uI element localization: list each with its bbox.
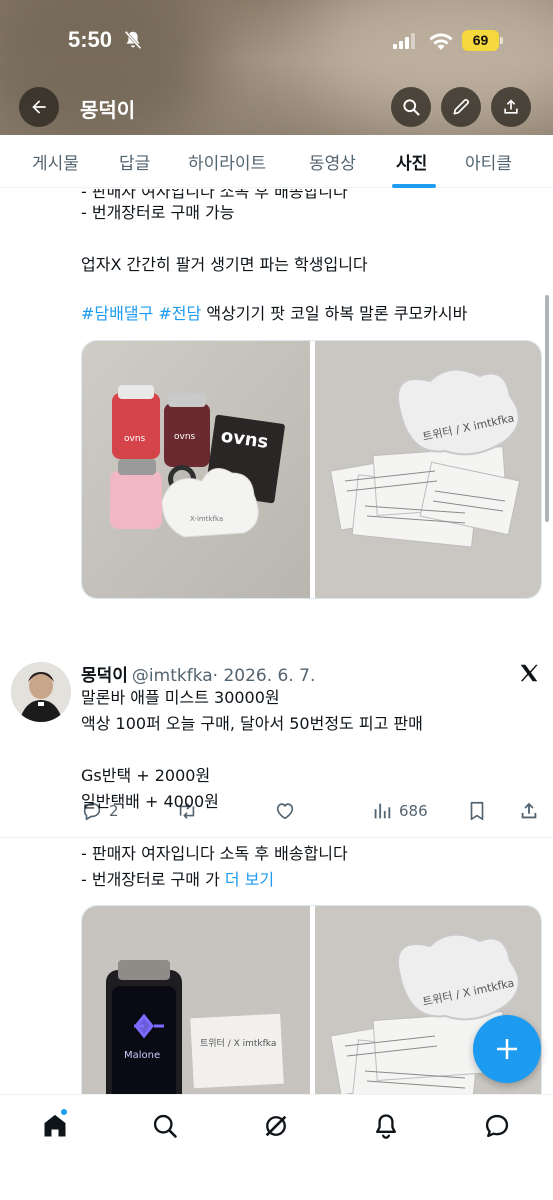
arrow-left-icon: [32, 100, 46, 114]
bottom-navigation: [0, 1094, 553, 1200]
compose-button[interactable]: [441, 87, 481, 127]
bookmark-button[interactable]: [466, 796, 488, 826]
profile-name-title: 몽덕이: [80, 98, 136, 122]
photo-feed[interactable]: - 판매자 여자입니다 소독 후 배송합니다 - 번개장터로 구매 가능 업자X…: [0, 189, 553, 1094]
post-text-truncated: - 번개장터로 구매 가: [81, 870, 220, 889]
share-button[interactable]: [491, 87, 531, 127]
post-text-line: 액상 100퍼 오늘 구매, 달아서 50번정도 피고 판매: [81, 714, 423, 733]
x-logo-icon: [520, 664, 538, 682]
svg-text:X-imtkfka: X-imtkfka: [190, 515, 223, 523]
nav-messages[interactable]: [482, 1111, 512, 1141]
nav-explore[interactable]: [150, 1111, 180, 1141]
wifi-icon: [429, 33, 453, 50]
notification-dot: [60, 1108, 68, 1116]
post-text-line: 말론바 애플 미스트 30000원: [81, 688, 280, 707]
post-media-grid[interactable]: Malone 트위터 / X imtkfka 트위터 / X imtkfka: [81, 905, 542, 1094]
svg-text:ovns: ovns: [124, 434, 146, 444]
post-text-line: - 번개장터로 구매 가능: [81, 203, 235, 222]
like-button[interactable]: [274, 796, 296, 826]
search-icon: [153, 1114, 177, 1138]
grok-icon: [265, 1115, 287, 1137]
post-header: 몽덕이 @imtkfka· 2026. 6. 7.: [81, 661, 315, 686]
post-photo[interactable]: 트위터 / X imtkfka: [315, 341, 541, 598]
post-photo[interactable]: ovns ovns ovns X-imtkfka: [82, 341, 310, 598]
nav-grok[interactable]: [261, 1111, 291, 1141]
search-button[interactable]: [391, 87, 431, 127]
tab-photos[interactable]: 사진: [396, 149, 427, 174]
cellular-signal-icon: [393, 33, 415, 49]
post-divider: [0, 837, 553, 838]
battery-indicator: 69: [462, 30, 504, 51]
profile-tabs: 게시물 답글 하이라이트 동영상 사진 아티클: [0, 135, 553, 188]
tab-videos[interactable]: 동영상: [309, 149, 356, 174]
post-text-line: 일반택배 + 4000원: [81, 792, 219, 811]
heart-icon: [276, 803, 294, 820]
post-hashtag-line: #담배댈구 #전담 액상기기 팟 코일 하복 말론 쿠모카시바: [81, 301, 467, 327]
photo-brand-text: Malone: [124, 1050, 160, 1061]
author-name[interactable]: 몽덕이: [81, 666, 128, 686]
tab-replies[interactable]: 답글: [119, 149, 150, 174]
bookmark-icon: [470, 801, 484, 821]
svg-text:ovns: ovns: [174, 432, 196, 442]
post-date: · 2026. 6. 7.: [212, 666, 316, 686]
post-text-line: Gs반택 + 2000원: [81, 766, 211, 785]
scrollbar[interactable]: [545, 295, 549, 522]
photo-note-text: 트위터 / X imtkfka: [200, 1038, 276, 1049]
profile-banner: 5:50 69 몽덕이: [0, 0, 553, 135]
nav-notifications[interactable]: [371, 1111, 401, 1141]
share-icon: [504, 99, 518, 114]
share-icon: [521, 802, 537, 819]
author-handle[interactable]: @imtkfka: [132, 666, 213, 686]
analytics-icon: [374, 803, 391, 819]
bell-off-icon: [124, 30, 142, 50]
search-icon: [403, 99, 420, 116]
chat-icon: [485, 1114, 509, 1138]
tab-articles[interactable]: 아티클: [465, 149, 512, 174]
battery-level: 69: [462, 30, 499, 51]
show-more-link[interactable]: 더 보기: [225, 870, 274, 889]
post-tags-text: 액상기기 팟 코일 하복 말론 쿠모카시바: [206, 304, 468, 323]
tab-posts[interactable]: 게시물: [32, 149, 79, 174]
avatar[interactable]: [11, 662, 71, 722]
view-count: 686: [399, 802, 428, 820]
plus-icon: [497, 1039, 517, 1059]
active-tab-indicator: [392, 184, 436, 188]
views-button[interactable]: 686: [371, 796, 428, 826]
share-post-button[interactable]: [518, 796, 540, 826]
bell-icon: [376, 1114, 396, 1139]
compose-fab-button[interactable]: [473, 1015, 541, 1083]
post-text-line: - 번개장터로 구매 가 더 보기: [81, 867, 274, 893]
back-button[interactable]: [19, 87, 59, 127]
hashtag-link[interactable]: #전담: [158, 304, 201, 323]
post-photo[interactable]: Malone 트위터 / X imtkfka: [82, 906, 310, 1094]
post-text-line: - 판매자 여자입니다 소독 후 배송합니다: [81, 844, 348, 863]
post-text-line: 업자X 간간히 팔거 생기면 파는 학생입니다: [81, 255, 368, 274]
pencil-icon: [453, 98, 470, 115]
tab-highlights[interactable]: 하이라이트: [188, 149, 266, 174]
status-bar: 5:50 69: [0, 0, 553, 80]
hashtag-link[interactable]: #담배댈구: [81, 304, 153, 323]
status-time: 5:50: [68, 27, 113, 52]
post-media-grid[interactable]: ovns ovns ovns X-imtkfka 트위터 / X imtkfka: [81, 340, 542, 599]
home-icon: [44, 1114, 66, 1137]
